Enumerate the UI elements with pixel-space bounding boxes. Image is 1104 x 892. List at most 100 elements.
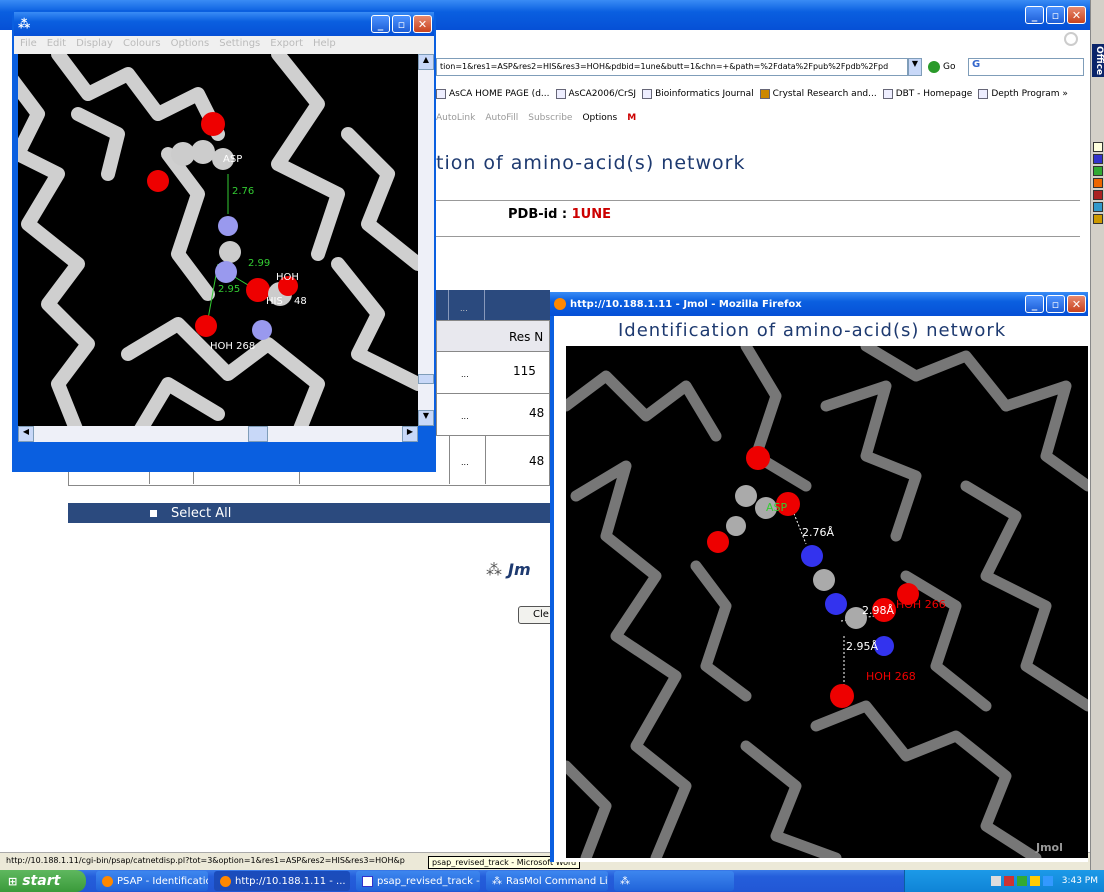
rasmol-close-button[interactable]: ✕ — [413, 15, 432, 33]
tray-icon[interactable] — [1003, 876, 1014, 886]
excel-icon[interactable] — [1093, 166, 1103, 176]
menu-help[interactable]: Help — [313, 38, 336, 52]
go-button[interactable]: Go — [928, 58, 955, 76]
tray-icon[interactable] — [1042, 876, 1053, 886]
table-header-dark: ... — [436, 290, 550, 320]
bookmark-asca[interactable]: AsCA HOME PAGE (d... — [436, 89, 550, 99]
bookmark-icon — [882, 89, 893, 99]
divider — [436, 236, 1080, 237]
scroll-down-button[interactable]: ▼ — [418, 410, 434, 426]
scroll-up-button[interactable]: ▲ — [418, 54, 434, 70]
subscribe-button[interactable]: Subscribe — [528, 113, 572, 123]
jmol-label-asp: ASP — [766, 501, 788, 514]
taskbar-item-psap[interactable]: PSAP - Identification ... — [96, 871, 208, 891]
checkbox-icon[interactable] — [150, 509, 157, 517]
divider — [436, 200, 1080, 201]
taskbar-item-rasmol-cmd[interactable]: ⁂RasMol Command Line — [486, 871, 608, 891]
go-icon — [928, 61, 940, 73]
menu-colours[interactable]: Colours — [123, 38, 161, 52]
taskbar-item-rasmol[interactable]: ⁂ — [614, 871, 734, 891]
bookmark-icon — [436, 89, 446, 99]
options-button[interactable]: Options — [582, 113, 617, 123]
table-header-dots: ... — [460, 304, 468, 313]
tray-icon[interactable] — [1016, 876, 1027, 886]
powerpoint-icon[interactable] — [1093, 178, 1103, 188]
rasmol-maximize-button[interactable]: ▫ — [392, 15, 411, 33]
bookmark-dbt[interactable]: DBT - Homepage — [882, 89, 972, 99]
molecule-view: ASP 2.76 2.99 HOH HIS 48 2.95 HOH 268 — [18, 54, 418, 426]
tray-icon[interactable] — [1029, 876, 1040, 886]
outlook-icon[interactable] — [1093, 142, 1103, 152]
rasmol-icon: ⁂ — [18, 17, 31, 31]
menu-options[interactable]: Options — [171, 38, 210, 52]
clear-button[interactable]: Cle — [518, 606, 554, 624]
jmol-molecule-view: ASP 2.76Å 2.98Å HOH 266 2.95Å HOH 268 Jm… — [566, 346, 1088, 858]
row-value: 48 — [529, 454, 545, 468]
rasmol-window: ⁂ _ ▫ ✕ File Edit Display Colours Option… — [12, 10, 436, 472]
rasmol-icon: ⁂ — [492, 875, 502, 887]
rasmol-vertical-scrollbar[interactable]: ▲ ▼ — [418, 54, 434, 426]
jmol-label-distance: 2.76Å — [802, 526, 834, 539]
label-distance: 2.99 — [248, 258, 270, 269]
bookmark-bioinformatics[interactable]: Bioinformatics Journal — [642, 89, 754, 99]
office-shortcut-bar: Office — [1090, 0, 1104, 870]
menu-file[interactable]: File — [20, 38, 37, 52]
jmol-heading: Identification of amino-acid(s) network — [618, 320, 1007, 341]
molecule-icon: ⁂ — [486, 560, 502, 579]
word-icon[interactable] — [1093, 154, 1103, 164]
menu-display[interactable]: Display — [76, 38, 113, 52]
system-tray: 3:43 PM — [904, 870, 1104, 892]
menu-export[interactable]: Export — [270, 38, 303, 52]
address-bar[interactable]: tion=1&res1=ASP&res2=HIS&res3=HOH&pdbid=… — [436, 58, 908, 76]
scroll-thumb[interactable] — [418, 374, 434, 384]
tray-icon[interactable] — [990, 876, 1001, 886]
maximize-button[interactable]: ▫ — [1046, 6, 1065, 24]
binder-icon[interactable] — [1093, 214, 1103, 224]
address-dropdown-button[interactable]: ▼ — [908, 58, 922, 76]
status-url: http://10.188.1.11/cgi-bin/psap/catnetdi… — [6, 856, 405, 865]
bookmark-asca2006[interactable]: AsCA2006/CrSJ — [555, 89, 636, 99]
rasmol-canvas[interactable]: ASP 2.76 2.99 HOH HIS 48 2.95 HOH 268 — [18, 54, 418, 426]
row-dots: ... — [461, 458, 469, 467]
clock[interactable]: 3:43 PM — [1062, 876, 1098, 886]
google-icon: G — [972, 59, 981, 70]
bookmark-icon — [555, 89, 566, 99]
bookmark-crystal-research[interactable]: Crystal Research and... — [759, 89, 877, 99]
menu-edit[interactable]: Edit — [47, 38, 66, 52]
menu-settings[interactable]: Settings — [219, 38, 260, 52]
rasmol-minimize-button[interactable]: _ — [371, 15, 390, 33]
gmail-icon[interactable]: M — [627, 113, 636, 123]
taskbar-item-jmol[interactable]: http://10.188.1.11 - ... — [214, 871, 350, 891]
jmol-applet[interactable]: ASP 2.76Å 2.98Å HOH 266 2.95Å HOH 268 Jm… — [566, 346, 1088, 858]
jmol-window-title: http://10.188.1.11 - Jmol - Mozilla Fire… — [570, 298, 802, 310]
jmol-logo: ⁂ Jm — [486, 560, 531, 579]
jmol-page: Identification of amino-acid(s) network — [554, 316, 1088, 862]
rasmol-horizontal-scrollbar[interactable]: ◀ ▶ — [18, 426, 418, 442]
bookmark-icon — [759, 89, 770, 99]
access-icon[interactable] — [1093, 190, 1103, 200]
taskbar-item-word[interactable]: psap_revised_track - ... — [356, 871, 480, 891]
autofill-button[interactable]: AutoFill — [485, 113, 518, 123]
select-all-bar[interactable]: Select All — [68, 503, 550, 523]
bookmark-depth-program[interactable]: Depth Program » — [978, 89, 1068, 99]
jmol-close-button[interactable]: ✕ — [1067, 295, 1086, 313]
jmol-label-distance: 2.98Å — [862, 604, 894, 617]
close-button[interactable]: ✕ — [1067, 6, 1086, 24]
jmol-maximize-button[interactable]: ▫ — [1046, 295, 1065, 313]
scroll-right-button[interactable]: ▶ — [402, 426, 418, 442]
autolink-button[interactable]: AutoLink — [436, 113, 475, 123]
page-title: tion of amino-acid(s) network — [436, 152, 746, 174]
jmol-minimize-button[interactable]: _ — [1025, 295, 1044, 313]
bookmarks-toolbar: AsCA HOME PAGE (d... AsCA2006/CrSJ Bioin… — [436, 85, 1086, 103]
label-distance: 2.76 — [232, 186, 254, 197]
bookmark-icon — [978, 89, 989, 99]
word-icon — [362, 875, 373, 887]
scroll-thumb[interactable] — [248, 426, 268, 442]
search-input[interactable]: G — [968, 58, 1084, 76]
publisher-icon[interactable] — [1093, 202, 1103, 212]
minimize-button[interactable]: _ — [1025, 6, 1044, 24]
scroll-left-button[interactable]: ◀ — [18, 426, 34, 442]
start-button[interactable]: ⊞ start — [0, 870, 86, 892]
office-icons — [1091, 140, 1104, 226]
row-dots: ... — [461, 412, 469, 421]
